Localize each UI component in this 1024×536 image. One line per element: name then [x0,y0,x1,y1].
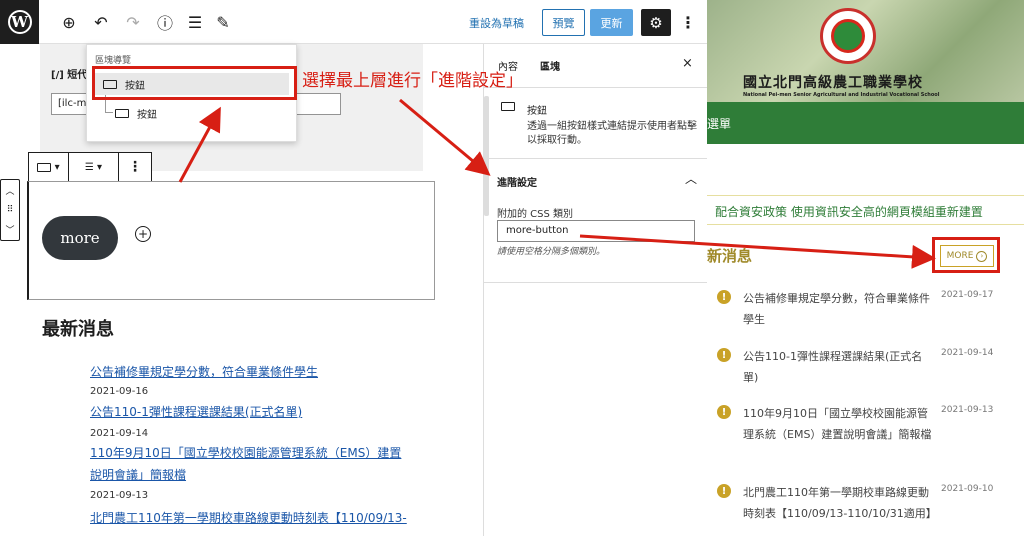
block-description: 透過一組按鈕樣式連結提示使用者點擊以採取行動。 [527,121,697,146]
news-date: 2021-09-14 [90,428,149,439]
chevron-right-icon: › [976,250,988,262]
button-block-icon [37,162,52,172]
annotation-text: 選擇最上層進行「進階設定」 [302,71,523,91]
site-nav[interactable]: 選單 [707,102,1024,144]
school-name-english: National Pei-men Senior Agricultural and… [743,92,940,98]
add-block-icon[interactable]: ⊕ [57,10,81,34]
site-news-date: 2021-09-14 [941,348,994,358]
site-news-title: 新消息 [707,247,753,265]
list-view-popover: 區塊導覽 按鈕 按鈕 [86,44,297,142]
site-news-text[interactable]: 公告補修畢規定學分數，符合畢業條件學生 [743,288,933,330]
drag-handle-icon[interactable]: ⠿ [7,205,14,215]
news-date: 2021-09-16 [90,386,149,397]
wordpress-logo[interactable]: W [0,0,39,44]
align-center-icon: ☰ [84,161,94,173]
block-type-switcher[interactable]: ▾ [29,153,69,181]
exclamation-icon: ! [717,405,731,419]
site-news-text[interactable]: 北門農工110年第一學期校車路線更動時刻表【110/09/13-110/10/3… [743,482,937,524]
update-button[interactable]: 更新 [590,9,633,36]
css-class-input[interactable]: more-button [497,220,695,242]
button-block-icon [103,79,117,89]
site-more-button[interactable]: MORE › [940,245,994,267]
settings-sidebar: 內容 區塊 × 按鈕 透過一組按鈕樣式連結提示使用者點擊以採取行動。 進階設定 … [483,44,708,536]
list-view-item-buttons[interactable]: 按鈕 [95,73,289,95]
more-label: MORE [946,251,974,261]
css-class-label: 附加的 CSS 類別 [497,209,574,220]
wordpress-icon: W [7,10,32,34]
school-emblem-logo [820,8,876,64]
news-link[interactable]: 公告補修畢規定學分數，符合畢業條件學生 [90,361,318,383]
news-heading: 最新消息 [42,319,114,340]
panel-divider [484,282,708,283]
close-icon[interactable]: × [682,56,693,71]
move-down-icon[interactable]: ﹀ [5,223,14,236]
gear-icon: ⚙ [649,13,663,32]
info-icon[interactable]: ⓘ [153,10,177,34]
exclamation-icon: ! [717,290,731,304]
add-button-icon[interactable]: + [135,226,151,242]
button-block-icon [115,108,129,118]
block-toolbar: ▾ ☰ ▾ ⋮ [28,152,152,182]
site-news-date: 2021-09-13 [941,405,994,415]
tab-block[interactable]: 區塊 [540,58,560,73]
site-news-text[interactable]: 公告110-1彈性課程選課結果(正式名單) [743,346,933,388]
nav-menu-label[interactable]: 選單 [707,115,731,132]
editor-topbar: ⊕ ↶ ↷ ⓘ ☰ ✎ 重設為草稿 預覽 更新 ⚙ ⋮ [39,0,707,44]
button-block-icon [501,102,515,111]
news-link-continued[interactable]: 說明會議」簡報檔 [90,464,186,486]
redo-icon[interactable]: ↷ [121,10,145,34]
alignment-dropdown[interactable]: ☰ ▾ [69,153,119,181]
undo-icon[interactable]: ↶ [89,10,113,34]
site-header: 國立北門高級農工職業學校 National Pei-men Senior Agr… [707,0,1024,102]
edit-pencil-icon[interactable]: ✎ [211,10,235,34]
exclamation-icon: ! [717,484,731,498]
list-view-item-button[interactable]: 按鈕 [107,102,157,124]
chevron-up-icon[interactable]: ︿ [685,170,697,187]
exclamation-icon: ! [717,348,731,362]
news-link[interactable]: 公告110-1彈性課程選課結果(正式名單) [90,401,302,423]
site-news-date: 2021-09-17 [941,290,994,300]
list-view-title: 區塊導覽 [95,56,132,66]
news-link[interactable]: 110年9月10日「國立學校校園能源管理系統（EMS）建置 [90,442,401,464]
panel-divider [484,158,708,159]
site-news-date: 2021-09-10 [941,484,994,494]
move-up-icon[interactable]: ︿ [5,184,14,197]
site-preview: 國立北門高級農工職業學校 National Pei-men Senior Agr… [707,0,1024,536]
news-link[interactable]: 北門農工110年第一學期校車路線更動時刻表【110/09/13- [90,507,407,529]
more-button[interactable]: more [42,216,118,260]
buttons-block[interactable]: more + [27,181,435,300]
preview-button[interactable]: 預覽 [542,9,585,36]
settings-button[interactable]: ⚙ [641,9,671,36]
block-options-icon[interactable]: ⋮ [119,153,151,181]
site-news-text[interactable]: 110年9月10日「國立學校校園能源管理系統（EMS）建置說明會議」簡報檔 [743,403,933,445]
advanced-panel-title[interactable]: 進階設定 [497,174,537,189]
school-name: 國立北門高級農工職業學校 [743,75,923,91]
block-mover[interactable]: ︿ ⠿ ﹀ [0,179,20,241]
list-view-icon[interactable]: ☰ [183,10,207,34]
more-options-icon[interactable]: ⋮ [679,10,697,34]
list-view-item-label: 按鈕 [125,80,145,92]
list-view-item-label: 按鈕 [137,109,157,121]
css-class-hint: 請使用空格分隔多個類別。 [497,247,606,257]
block-name: 按鈕 [527,106,547,117]
scrollbar[interactable] [484,96,489,216]
switch-to-draft-link[interactable]: 重設為草稿 [469,15,524,31]
news-date: 2021-09-13 [90,490,149,501]
announcement-marquee[interactable]: 配合資安政策 使用資訊安全高的網頁模組重新建置 [707,195,1024,225]
